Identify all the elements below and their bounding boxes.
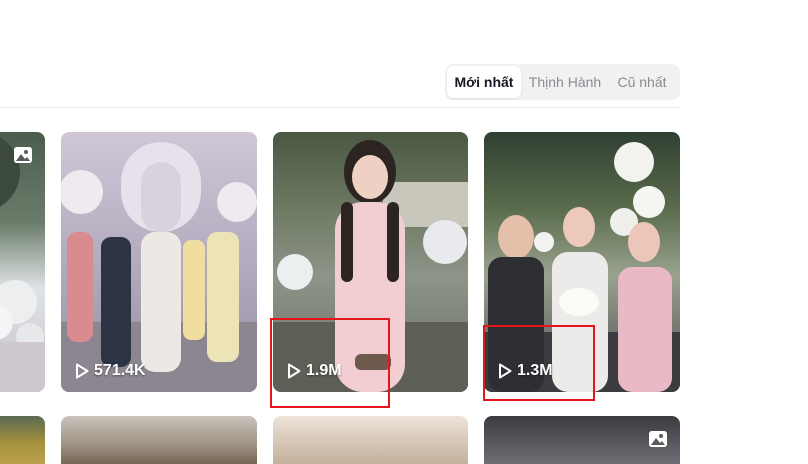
view-count: 571.4K [75,362,146,380]
divider [0,107,680,108]
video-card-partial[interactable] [0,132,45,392]
video-thumbnail [61,416,257,464]
video-card[interactable] [61,416,257,464]
video-thumbnail [273,416,468,464]
video-thumbnail [0,132,45,392]
video-thumbnail [0,416,45,464]
photo-icon [14,147,32,163]
highlight-box [483,325,595,401]
video-card-partial[interactable] [0,416,45,464]
video-thumbnail [61,132,257,392]
play-icon [75,363,89,379]
tab-newest[interactable]: Mới nhất [447,66,521,98]
view-count-text: 571.4K [94,362,146,379]
video-card[interactable]: 571.4K [61,132,257,392]
video-card[interactable] [273,416,468,464]
video-card[interactable] [484,416,680,464]
tab-trending[interactable]: Thịnh Hành [521,66,609,98]
tab-oldest[interactable]: Cũ nhất [609,66,675,98]
sort-tabs: Mới nhất Thịnh Hành Cũ nhất [445,64,680,100]
highlight-box [270,318,390,408]
photo-icon [649,431,667,447]
